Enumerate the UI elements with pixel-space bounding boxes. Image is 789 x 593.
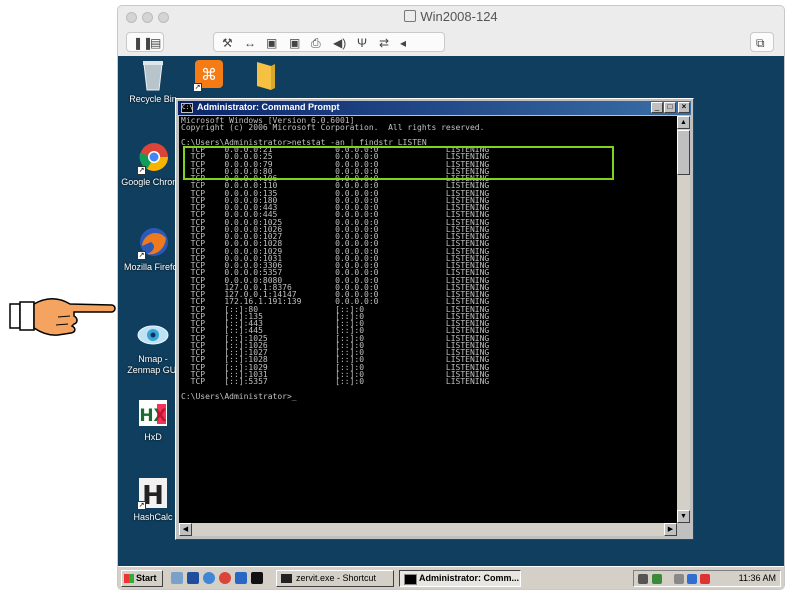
horizontal-scrollbar[interactable]: ◀ ▶ xyxy=(179,523,677,536)
device-toolbar: ⚒ ↔ ▣ ▣ ⎙ ◀) Ψ ⇄ ◂ xyxy=(213,32,445,52)
taskbar: Start zervit.exe - Shortcut Administrato… xyxy=(118,566,784,589)
windows-flag-icon xyxy=(124,574,134,583)
vm-title: Win2008-124 xyxy=(420,9,498,24)
printer-icon[interactable]: ⎙ xyxy=(311,35,321,51)
task-zervit[interactable]: zervit.exe - Shortcut xyxy=(276,570,394,587)
sound-icon[interactable]: ◀) xyxy=(333,35,346,51)
security-alert-icon[interactable] xyxy=(700,574,710,584)
resize-icon[interactable]: ↔ xyxy=(244,35,256,51)
start-button[interactable]: Start xyxy=(121,570,163,587)
back-arrow-icon[interactable]: ◂ xyxy=(400,35,406,51)
task-command-prompt[interactable]: Administrator: Comm... xyxy=(399,570,521,587)
vm-window: Win2008-124 ❚❚ ▤ ⚒ ↔ ▣ ▣ ⎙ ◀) Ψ ⇄ ◂ ⧉ Re… xyxy=(117,5,785,590)
hxd-icon: HX xyxy=(137,396,169,430)
server-manager-icon[interactable] xyxy=(187,572,199,584)
desktop: Recycle Bin ⌘ ↗ ↗ Google Chrome ↗ Mozill… xyxy=(118,56,784,566)
snapshot-icon[interactable]: ▤ xyxy=(150,35,161,51)
zenmap-eye-icon xyxy=(137,318,169,352)
vm-title-bar: Win2008-124 xyxy=(118,6,784,28)
system-tray: 11:36 AM xyxy=(633,570,781,587)
network-icon[interactable]: ⇄ xyxy=(379,35,389,51)
xampp-icon: ⌘ ↗ xyxy=(193,58,225,92)
recycle-bin-icon xyxy=(137,58,169,92)
vm-icon xyxy=(404,10,417,22)
cmd-quicklaunch-icon[interactable] xyxy=(251,572,263,584)
console-output-area[interactable]: Microsoft Windows [Version 6.0.6001] Cop… xyxy=(179,116,677,523)
chrome-quicklaunch-icon[interactable] xyxy=(219,572,231,584)
disk2-icon[interactable]: ▣ xyxy=(289,35,300,51)
usb-icon[interactable]: Ψ xyxy=(357,35,367,51)
hashcalc-icon: H ↗ xyxy=(137,476,169,511)
fullscreen-group: ⧉ xyxy=(750,32,774,52)
cmd-task-icon xyxy=(404,574,417,585)
minimize-button[interactable]: _ xyxy=(651,102,663,113)
scroll-thumb[interactable] xyxy=(677,130,690,175)
vertical-scrollbar[interactable]: ▲ ▼ xyxy=(677,116,690,523)
pointing-hand-icon xyxy=(9,298,116,336)
wrench-icon[interactable]: ⚒ xyxy=(222,35,233,51)
scroll-down-button[interactable]: ▼ xyxy=(677,510,690,523)
scroll-right-button[interactable]: ▶ xyxy=(664,523,677,536)
cmd-icon: C:\ xyxy=(181,103,193,113)
chrome-icon: ↗ xyxy=(137,141,169,175)
keyboard-icon[interactable] xyxy=(638,574,648,584)
vm-toolbar: ❚❚ ▤ ⚒ ↔ ▣ ▣ ⎙ ◀) Ψ ⇄ ◂ ⧉ xyxy=(118,28,784,56)
svg-text:⌘: ⌘ xyxy=(201,65,217,84)
folder-icon xyxy=(249,58,281,92)
clock[interactable]: 11:36 AM xyxy=(739,573,776,583)
update-icon[interactable] xyxy=(687,574,697,584)
folder-shortcut[interactable] xyxy=(230,58,300,92)
fullscreen-icon[interactable]: ⧉ xyxy=(756,35,765,51)
cmd-title: Administrator: Command Prompt xyxy=(197,102,340,112)
ie-icon[interactable] xyxy=(203,572,215,584)
zervit-icon xyxy=(281,574,292,583)
network-tray-icon[interactable] xyxy=(652,574,662,584)
firefox-icon: ↗ xyxy=(137,226,169,260)
wireshark-icon[interactable] xyxy=(235,572,247,584)
device-icon[interactable] xyxy=(674,574,684,584)
maximize-button[interactable]: □ xyxy=(664,102,676,113)
scroll-left-button[interactable]: ◀ xyxy=(179,523,192,536)
show-desktop-icon[interactable] xyxy=(171,572,183,584)
cmd-title-bar[interactable]: C:\ Administrator: Command Prompt _ □ × xyxy=(178,101,691,115)
command-prompt-window[interactable]: C:\ Administrator: Command Prompt _ □ × … xyxy=(175,98,694,540)
highlight-box xyxy=(183,146,614,180)
close-button[interactable]: × xyxy=(678,102,690,113)
scroll-up-button[interactable]: ▲ xyxy=(677,116,690,129)
pause-snapshot-group: ❚❚ ▤ xyxy=(126,32,164,52)
disk-icon[interactable]: ▣ xyxy=(266,35,277,51)
